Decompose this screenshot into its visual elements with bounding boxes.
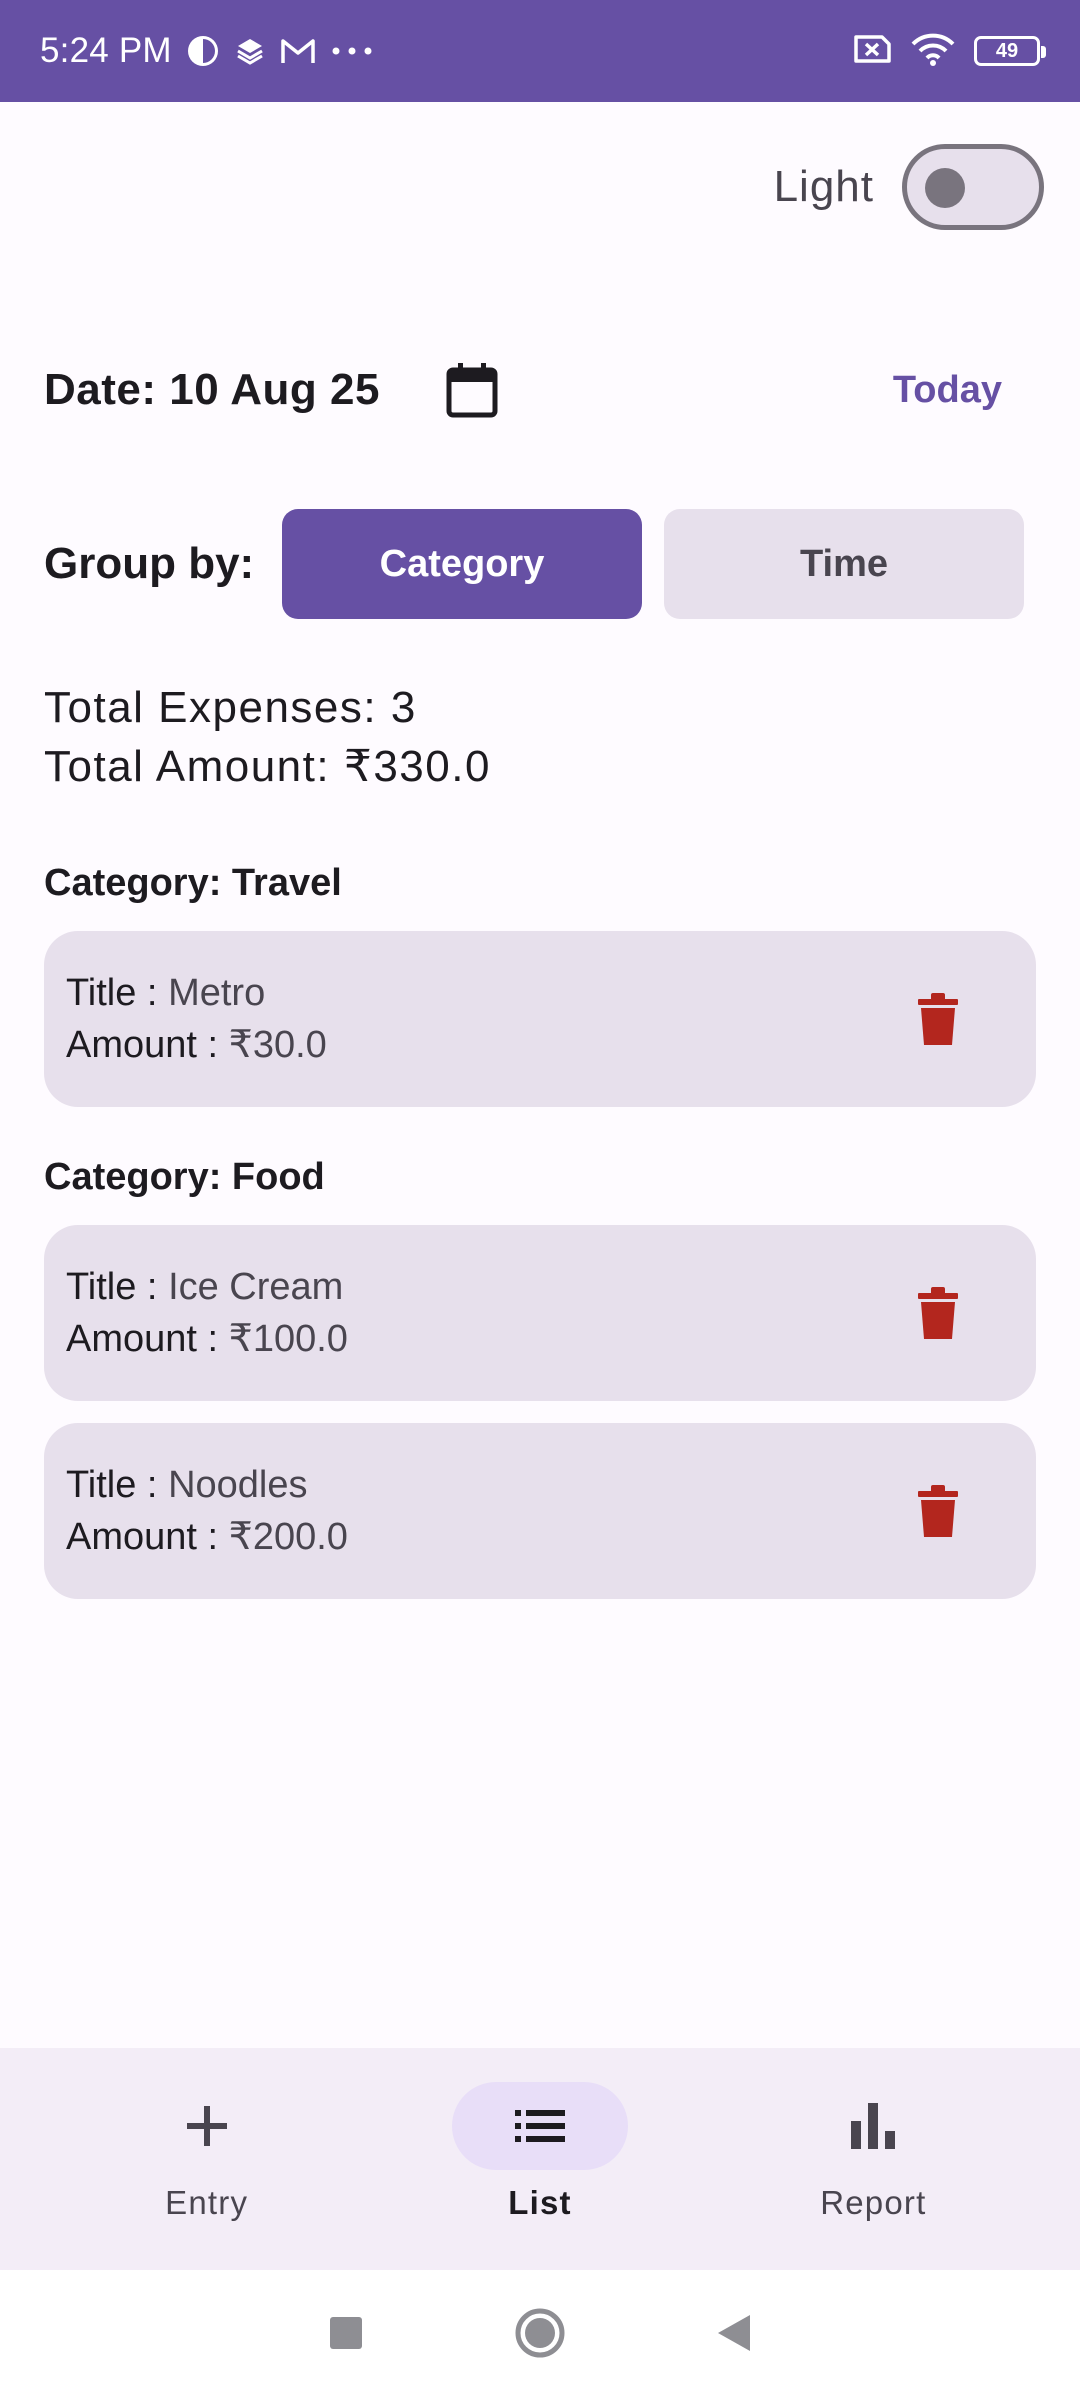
nav-indicator bbox=[785, 2082, 961, 2170]
expense-details: Title : Ice Cream Amount : ₹100.0 bbox=[66, 1261, 348, 1365]
nav-label-report: Report bbox=[820, 2184, 927, 2221]
title-label: Title : bbox=[66, 972, 169, 1014]
nav-indicator bbox=[119, 2082, 295, 2170]
nav-item-list[interactable]: List bbox=[420, 2048, 660, 2270]
group-by-row: Group by: Category Time bbox=[44, 508, 1036, 620]
plus-icon bbox=[186, 2106, 227, 2146]
group-by-time-button[interactable]: Time bbox=[664, 509, 1024, 619]
back-button[interactable] bbox=[716, 2313, 752, 2358]
wifi-icon bbox=[910, 32, 956, 71]
theme-label: Light bbox=[773, 162, 874, 211]
trash-icon bbox=[918, 1287, 958, 1339]
home-button[interactable] bbox=[514, 2307, 566, 2364]
expense-card: Title : Ice Cream Amount : ₹100.0 bbox=[44, 1225, 1036, 1401]
status-time: 5:24 PM bbox=[40, 31, 172, 70]
pie-icon bbox=[186, 34, 220, 68]
amount-label: Amount : bbox=[66, 1516, 229, 1558]
expense-card: Title : Metro Amount : ₹30.0 bbox=[44, 931, 1036, 1107]
expense-details: Title : Metro Amount : ₹30.0 bbox=[66, 967, 327, 1071]
recents-button[interactable] bbox=[328, 2315, 364, 2356]
title-label: Title : bbox=[66, 1266, 169, 1308]
circle-icon bbox=[515, 2308, 565, 2357]
expense-title: Metro bbox=[168, 972, 266, 1014]
bottom-navigation: Entry List Report bbox=[0, 2048, 1080, 2270]
square-icon bbox=[330, 2316, 362, 2349]
theme-switch[interactable] bbox=[902, 144, 1044, 230]
category-header-food: Category: Food bbox=[44, 1156, 325, 1198]
status-notification-icons bbox=[186, 34, 374, 68]
switch-thumb bbox=[925, 168, 965, 208]
expense-details: Title : Noodles Amount : ₹200.0 bbox=[66, 1459, 348, 1563]
nav-label-entry: Entry bbox=[165, 2184, 249, 2221]
bar-chart-icon bbox=[851, 2103, 896, 2149]
delete-button[interactable] bbox=[908, 1283, 968, 1343]
delete-button[interactable] bbox=[908, 1481, 968, 1541]
expense-title: Noodles bbox=[168, 1464, 308, 1506]
trash-icon bbox=[918, 993, 958, 1045]
nav-indicator bbox=[451, 2082, 628, 2170]
category-header-travel: Category: Travel bbox=[44, 862, 342, 904]
group-by-category-button[interactable]: Category bbox=[282, 509, 642, 619]
expense-amount: ₹30.0 bbox=[228, 1024, 327, 1066]
trash-icon bbox=[918, 1485, 958, 1537]
date-row: Date: 10 Aug 25 Today bbox=[44, 355, 1036, 425]
today-button[interactable]: Today bbox=[893, 369, 1002, 412]
layers-icon bbox=[234, 35, 266, 67]
amount-label: Amount : bbox=[66, 1318, 229, 1360]
expense-card: Title : Noodles Amount : ₹200.0 bbox=[44, 1423, 1036, 1599]
nav-item-report[interactable]: Report bbox=[753, 2048, 993, 2270]
total-amount: Total Amount: ₹330.0 bbox=[44, 742, 491, 791]
expense-amount: ₹100.0 bbox=[228, 1318, 348, 1360]
system-navigation-bar bbox=[0, 2270, 1080, 2400]
status-system-icons: 49 bbox=[852, 32, 1046, 71]
status-bar: 5:24 PM 49 bbox=[0, 0, 1080, 102]
triangle-back-icon bbox=[718, 2314, 750, 2351]
calendar-button[interactable] bbox=[442, 360, 502, 420]
title-label: Title : bbox=[66, 1464, 169, 1506]
theme-toggle-row: Light bbox=[774, 144, 1044, 230]
calendar-icon bbox=[446, 363, 498, 418]
nav-item-entry[interactable]: Entry bbox=[87, 2048, 327, 2270]
sim-x-icon bbox=[852, 33, 892, 70]
gmail-icon bbox=[280, 36, 316, 66]
expense-title: Ice Cream bbox=[168, 1266, 344, 1308]
more-dots-icon bbox=[330, 45, 374, 57]
expense-amount: ₹200.0 bbox=[228, 1516, 348, 1558]
nav-label-list: List bbox=[508, 2184, 572, 2221]
group-by-label: Group by: bbox=[44, 539, 255, 588]
totals-summary: Total Expenses: 3 Total Amount: ₹330.0 bbox=[44, 678, 491, 796]
battery-icon: 49 bbox=[974, 36, 1046, 66]
total-expenses: Total Expenses: 3 bbox=[44, 683, 417, 732]
amount-label: Amount : bbox=[66, 1024, 229, 1066]
list-icon bbox=[514, 2110, 565, 2142]
date-label: Date: 10 Aug 25 bbox=[44, 365, 380, 414]
delete-button[interactable] bbox=[908, 989, 968, 1049]
